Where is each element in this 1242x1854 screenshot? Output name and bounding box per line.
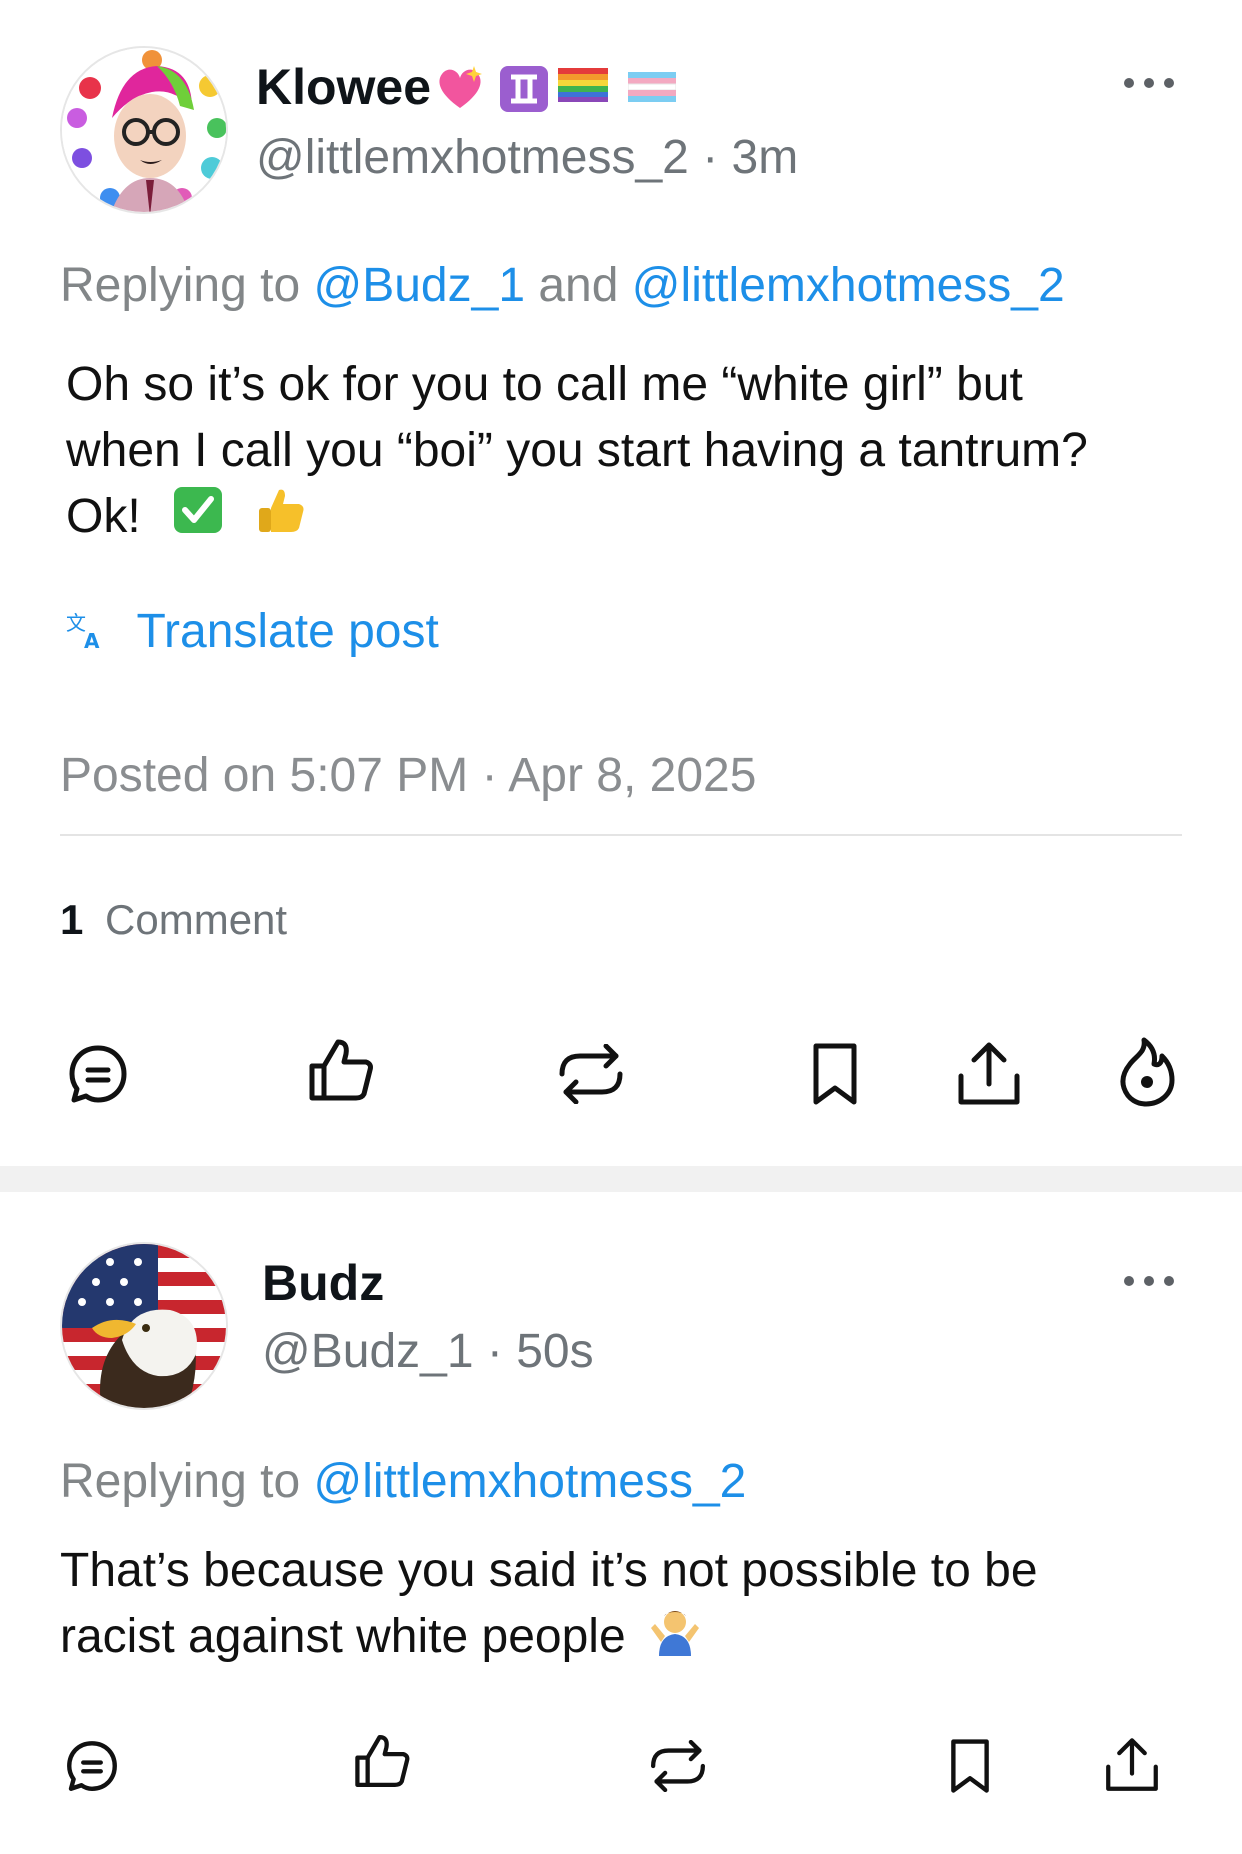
post-text-line-text: Ok! [66, 490, 141, 543]
post-text-line: That’s because you said it’s not possibl… [60, 1544, 1038, 1597]
replying-prefix: Replying to [60, 1455, 301, 1508]
post-text: That’s because you said it’s not possibl… [60, 1538, 1190, 1674]
handle-text: @Budz_1 [262, 1325, 474, 1378]
author-name[interactable]: Klowee [256, 58, 431, 116]
post-text: Oh so it’s ok for you to call me “white … [66, 352, 1186, 554]
share-icon[interactable] [956, 1040, 1022, 1108]
transgender-flag-emoji [628, 72, 676, 102]
post-text-line: Oh so it’s ok for you to call me “white … [66, 358, 1023, 411]
comment-count-value: 1 [60, 896, 84, 943]
author-name[interactable]: Budz [262, 1254, 384, 1312]
separator: · [702, 131, 719, 184]
post-budz: Budz @Budz_1 · 50s Replying to @littlemx… [0, 1192, 1242, 1854]
author-handle[interactable]: @littlemxhotmess_2 · 3m [256, 130, 798, 185]
replying-prefix: Replying to [60, 259, 301, 312]
divider [60, 834, 1182, 836]
conjunction: and [538, 259, 619, 312]
more-options-icon[interactable] [1124, 1274, 1178, 1288]
comment-count-label: Comment [105, 896, 288, 943]
avatar[interactable] [60, 46, 228, 214]
rainbow-flag-emoji [558, 68, 608, 102]
handle-text: @littlemxhotmess_2 [256, 131, 689, 184]
post-text-line: when I call you “boi” you start having a… [66, 424, 1088, 477]
repost-icon[interactable] [648, 1740, 708, 1792]
mention-link[interactable]: @littlemxhotmess_2 [632, 259, 1065, 312]
like-icon[interactable] [308, 1036, 376, 1104]
timestamp: 50s [516, 1325, 594, 1378]
author-name-text: Klowee [256, 59, 432, 115]
translate-label: Translate post [136, 605, 439, 658]
comment-icon[interactable] [66, 1042, 130, 1106]
more-options-icon[interactable] [1124, 76, 1178, 90]
svg-text:A: A [84, 629, 100, 650]
share-icon[interactable] [1104, 1736, 1160, 1794]
author-name-text: Budz [262, 1255, 385, 1311]
gemini-emoji [498, 64, 550, 114]
replying-to: Replying to @Budz_1 and @littlemxhotmess… [60, 258, 1065, 313]
comment-count[interactable]: 1 Comment [60, 896, 287, 944]
replying-to: Replying to @littlemxhotmess_2 [60, 1454, 746, 1509]
person-shrugging-emoji [649, 1604, 701, 1674]
thumbs-up-emoji [255, 484, 307, 554]
check-mark-emoji [172, 485, 224, 553]
separator: · [486, 1325, 503, 1378]
translate-post-button[interactable]: 文 A Translate post [66, 604, 439, 662]
fire-icon[interactable] [1114, 1036, 1178, 1108]
svg-text:文: 文 [66, 611, 86, 635]
post-text-line: Ok! [66, 484, 1186, 554]
author-handle[interactable]: @Budz_1 · 50s [262, 1324, 594, 1379]
post-klowee: Klowee @littlemxhotmess_2 · 3m Replying … [0, 0, 1242, 1165]
post-text-line: racist against white people [60, 1604, 1190, 1674]
mention-link[interactable]: @littlemxhotmess_2 [313, 1455, 746, 1508]
bookmark-icon[interactable] [948, 1738, 992, 1794]
comment-icon[interactable] [64, 1738, 120, 1794]
bookmark-icon[interactable] [810, 1042, 860, 1106]
timestamp: 3m [731, 131, 799, 184]
sparkling-heart-emoji [434, 62, 486, 112]
post-text-line-text: racist against white people [60, 1610, 626, 1663]
section-separator [0, 1166, 1242, 1192]
mention-link[interactable]: @Budz_1 [313, 259, 525, 312]
translate-icon: 文 A [66, 607, 106, 662]
repost-icon[interactable] [556, 1044, 626, 1104]
posted-timestamp: Posted on 5:07 PM · Apr 8, 2025 [60, 749, 757, 802]
like-icon[interactable] [354, 1732, 412, 1790]
avatar[interactable] [60, 1242, 228, 1410]
